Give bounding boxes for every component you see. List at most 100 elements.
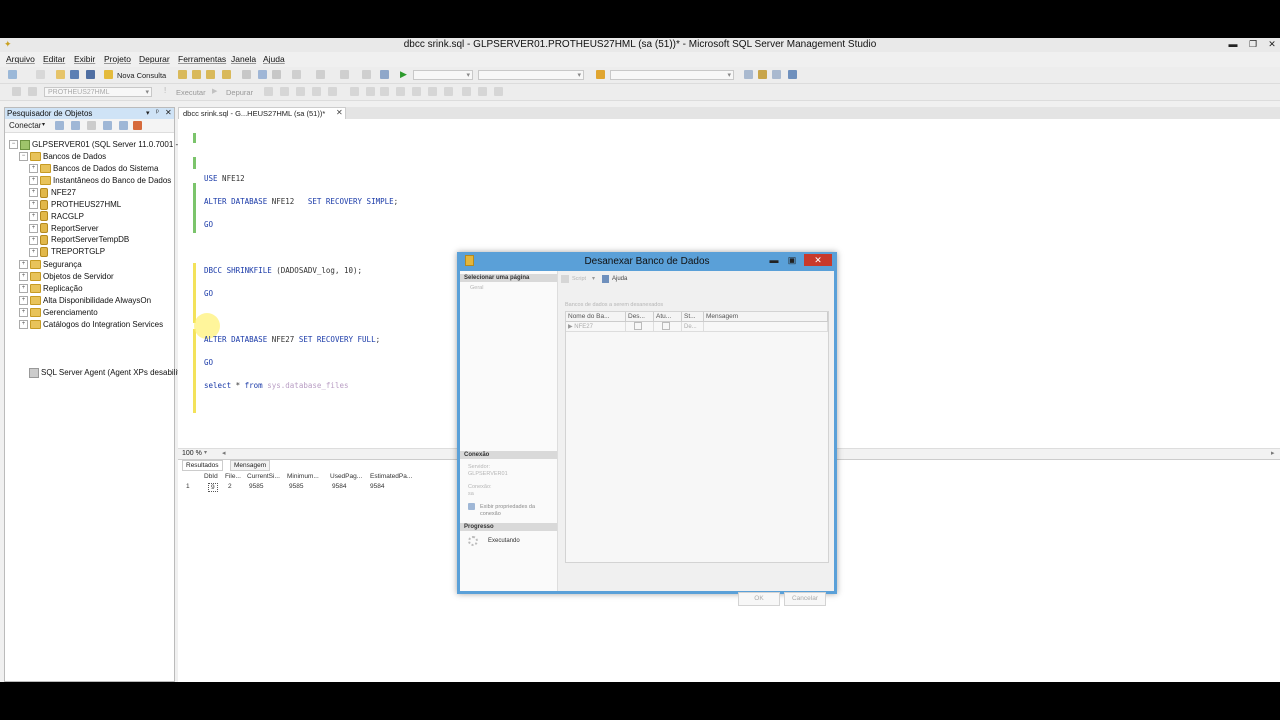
include-plan-icon[interactable] bbox=[350, 87, 359, 96]
new-query-button[interactable]: Nova Consulta bbox=[117, 71, 166, 80]
tree-folder-node[interactable]: + Alta Disponibilidade AlwaysOn bbox=[19, 295, 151, 306]
cancel-button[interactable]: Cancelar bbox=[784, 592, 826, 606]
tree-folder-node[interactable]: + Gerenciamento bbox=[19, 307, 98, 318]
dialog-maximize-icon[interactable]: ▣ bbox=[785, 254, 799, 266]
autohide-icon[interactable]: ᵖ bbox=[156, 109, 159, 116]
connect-dropdown[interactable]: Conectar bbox=[9, 121, 41, 130]
results-cell[interactable]: 9 bbox=[208, 483, 218, 492]
expand-icon[interactable]: + bbox=[19, 272, 28, 282]
comment-icon[interactable] bbox=[428, 87, 437, 96]
navigate-forward-icon[interactable] bbox=[362, 70, 371, 79]
collapse-icon[interactable]: − bbox=[9, 140, 18, 150]
expand-icon[interactable]: + bbox=[29, 164, 38, 174]
tree-folder-node[interactable]: + Instantâneos do Banco de Dados bbox=[29, 175, 171, 186]
query-options-icon[interactable] bbox=[312, 87, 321, 96]
increase-indent-icon[interactable] bbox=[478, 87, 487, 96]
paste-icon[interactable] bbox=[272, 70, 281, 79]
results-file-icon[interactable] bbox=[412, 87, 421, 96]
zoom-level[interactable]: 100 % bbox=[182, 450, 202, 457]
pin-icon[interactable]: ▾ bbox=[146, 109, 150, 117]
query-dmx-icon[interactable] bbox=[222, 70, 231, 79]
tree-database-node[interactable]: + NFE27 bbox=[29, 187, 76, 198]
tree-database-node[interactable]: + PROTHEUS27HML bbox=[29, 199, 121, 210]
results-column-header[interactable]: UsedPag... bbox=[330, 473, 362, 480]
results-column-header[interactable]: Minimum... bbox=[287, 473, 319, 480]
drop-connections-checkbox[interactable] bbox=[634, 322, 642, 331]
window-layout-icon[interactable] bbox=[788, 70, 797, 79]
find-files-icon[interactable] bbox=[596, 70, 605, 79]
tree-folder-node[interactable]: + Replicação bbox=[19, 283, 83, 294]
stop-icon[interactable] bbox=[87, 121, 96, 130]
menu-depurar[interactable]: Depurar bbox=[139, 54, 170, 64]
menu-projeto[interactable]: Projeto bbox=[104, 54, 131, 64]
grid-column-header[interactable]: Nome do Ba... bbox=[566, 312, 626, 322]
script-button[interactable]: Script bbox=[572, 276, 586, 282]
document-tab[interactable]: dbcc srink.sql - G...HEUS27HML (sa (51))… bbox=[178, 107, 346, 119]
expand-icon[interactable]: + bbox=[29, 247, 38, 257]
navigate-back-icon[interactable] bbox=[340, 70, 349, 79]
display-plan-icon[interactable] bbox=[296, 87, 305, 96]
expand-icon[interactable]: + bbox=[29, 188, 38, 198]
refresh-icon[interactable] bbox=[119, 121, 128, 130]
save-icon[interactable] bbox=[70, 70, 79, 79]
grid-column-header[interactable]: Des... bbox=[626, 312, 654, 322]
expand-icon[interactable]: + bbox=[29, 235, 38, 245]
panel-close-icon[interactable]: ✕ bbox=[165, 108, 172, 117]
decrease-indent-icon[interactable] bbox=[462, 87, 471, 96]
connect-dropdown-arrow-icon[interactable]: ▾ bbox=[42, 121, 45, 128]
new-project-icon[interactable] bbox=[8, 70, 17, 79]
tree-folder-node[interactable]: + Catálogos do Integration Services bbox=[19, 319, 163, 330]
start-debug-icon[interactable]: ▶ bbox=[400, 69, 407, 80]
dialog-minimize-icon[interactable]: ▬ bbox=[767, 254, 781, 266]
ok-button[interactable]: OK bbox=[738, 592, 780, 606]
connect-object-icon[interactable] bbox=[55, 121, 64, 130]
tree-folder-node[interactable]: + Objetos de Servidor bbox=[19, 271, 114, 282]
expand-icon[interactable]: + bbox=[29, 176, 38, 186]
tree-database-node[interactable]: + ReportServerTempDB bbox=[29, 234, 129, 246]
restore-icon[interactable]: ❐ bbox=[1244, 38, 1262, 50]
results-cell[interactable]: 2 bbox=[228, 483, 232, 490]
connect-icon[interactable] bbox=[12, 87, 21, 96]
tree-server-node[interactable]: − GLPSERVER01 (SQL Server 11.0.7001 - sa) bbox=[9, 139, 191, 150]
tree-folder-node[interactable]: + Segurança bbox=[19, 259, 82, 270]
menu-editar[interactable]: Editar bbox=[43, 54, 65, 64]
open-folder-icon[interactable] bbox=[56, 70, 65, 79]
toolbox-icon[interactable] bbox=[772, 70, 781, 79]
expand-icon[interactable]: + bbox=[29, 211, 38, 221]
configuration-combo[interactable] bbox=[413, 70, 473, 80]
cut-icon[interactable] bbox=[242, 70, 251, 79]
tree-agent-node[interactable]: SQL Server Agent (Agent XPs desabilit bbox=[29, 367, 179, 378]
query-analysis-icon[interactable] bbox=[192, 70, 201, 79]
grid-column-header[interactable]: Atu... bbox=[654, 312, 682, 322]
filter-icon[interactable] bbox=[103, 121, 112, 130]
tree-database-node[interactable]: + ReportServer bbox=[29, 223, 99, 234]
scroll-left-icon[interactable]: ◂ bbox=[222, 449, 226, 457]
results-column-header[interactable]: EstimatedPa... bbox=[370, 473, 412, 480]
view-connection-properties-link[interactable]: Exibir propriedades da conexão bbox=[480, 504, 554, 518]
find-combo[interactable] bbox=[610, 70, 734, 80]
platform-combo[interactable] bbox=[478, 70, 584, 80]
query-db-icon[interactable] bbox=[178, 70, 187, 79]
cancel-query-icon[interactable] bbox=[264, 87, 273, 96]
available-databases-combo[interactable]: PROTHEUS27HML bbox=[44, 87, 152, 97]
dialog-close-icon[interactable]: ✕ bbox=[804, 254, 832, 266]
add-item-icon[interactable] bbox=[36, 70, 45, 79]
results-column-header[interactable]: File... bbox=[225, 473, 241, 480]
minimize-icon[interactable]: ▬ bbox=[1224, 38, 1242, 50]
copy-icon[interactable] bbox=[258, 70, 267, 79]
tree-database-node[interactable]: + TREPORTGLP bbox=[29, 246, 105, 258]
save-all-icon[interactable] bbox=[86, 70, 95, 79]
update-statistics-checkbox[interactable] bbox=[662, 322, 670, 331]
expand-icon[interactable]: + bbox=[19, 320, 28, 330]
scroll-right-icon[interactable]: ▸ bbox=[1271, 449, 1275, 457]
uncomment-icon[interactable] bbox=[444, 87, 453, 96]
specify-values-icon[interactable] bbox=[494, 87, 503, 96]
expand-icon[interactable]: + bbox=[29, 223, 38, 233]
tab-close-icon[interactable]: ✕ bbox=[336, 108, 343, 117]
page-general[interactable]: Geral bbox=[470, 285, 483, 291]
solution-icon[interactable] bbox=[380, 70, 389, 79]
results-column-header[interactable]: CurrentSi... bbox=[247, 473, 280, 480]
expand-icon[interactable]: + bbox=[19, 284, 28, 294]
expand-icon[interactable]: + bbox=[19, 296, 28, 306]
menu-janela[interactable]: Janela bbox=[231, 54, 256, 64]
